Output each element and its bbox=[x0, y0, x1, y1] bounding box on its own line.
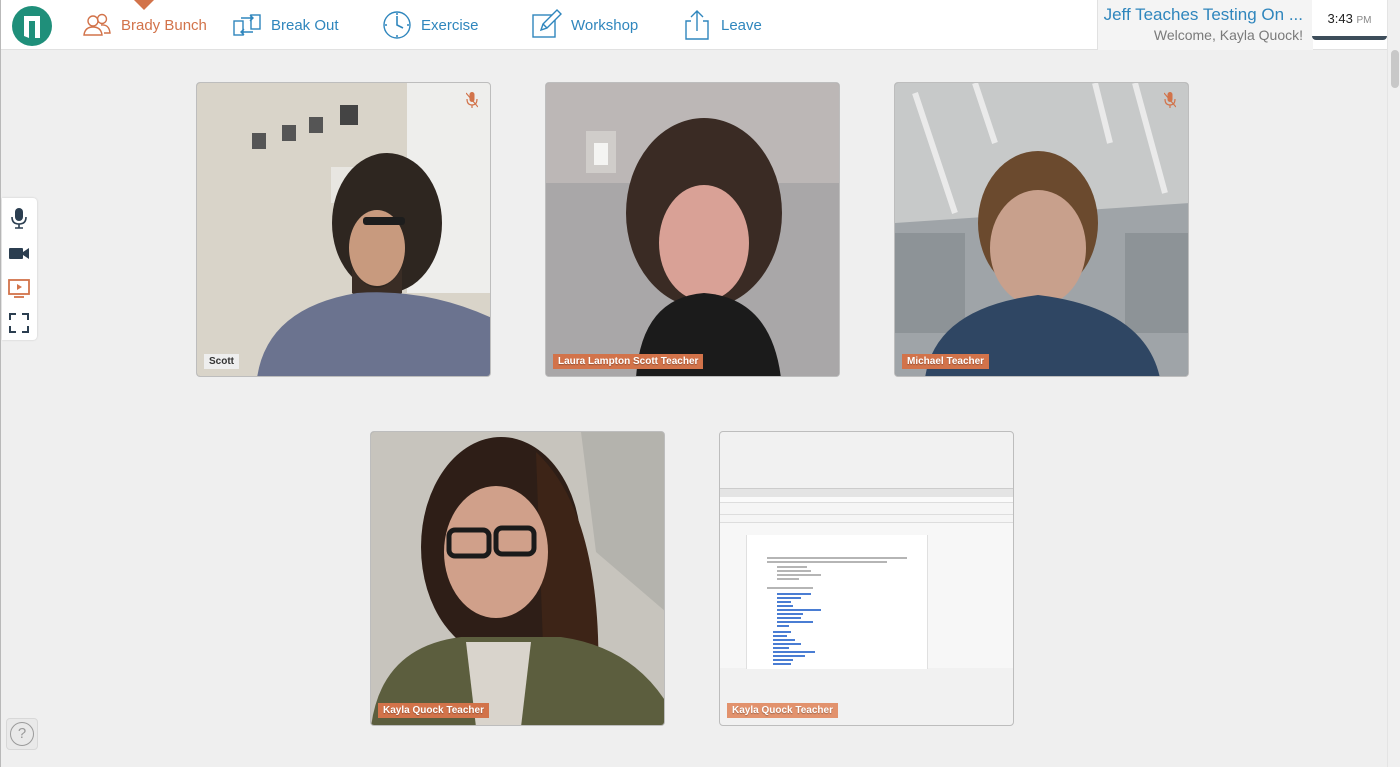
welcome-message: Welcome, Kayla Quock! bbox=[1153, 27, 1303, 43]
doc-menubar bbox=[720, 503, 1013, 515]
nav-label: Exercise bbox=[421, 16, 479, 34]
participant-name: Scott bbox=[204, 354, 239, 369]
nav-label: Brady Bunch bbox=[121, 16, 207, 34]
top-bar: Brady Bunch Break Out Exercise Workshop … bbox=[1, 0, 1400, 50]
nav-exercise[interactable]: Exercise bbox=[381, 0, 479, 50]
nav-label: Break Out bbox=[271, 16, 339, 34]
participant-video bbox=[895, 83, 1188, 376]
nav-label: Workshop bbox=[571, 16, 639, 34]
doc-toolbar bbox=[720, 515, 1013, 523]
participant-video bbox=[197, 83, 490, 376]
nav-break-out[interactable]: Break Out bbox=[231, 0, 339, 50]
screen-share-icon[interactable] bbox=[7, 276, 31, 300]
logo-icon bbox=[24, 16, 40, 38]
clock-time: 3:43 bbox=[1327, 11, 1353, 26]
participant-name: Kayla Quock Teacher bbox=[727, 703, 838, 718]
participant-name: Michael Teacher bbox=[902, 354, 990, 369]
break-out-icon bbox=[231, 9, 263, 41]
microphone-icon[interactable] bbox=[7, 206, 31, 230]
nav-label: Leave bbox=[721, 16, 762, 34]
nav-workshop[interactable]: Workshop bbox=[531, 0, 638, 50]
nav-leave[interactable]: Leave bbox=[681, 0, 762, 50]
course-info[interactable]: Jeff Teaches Testing On ... Welcome, Kay… bbox=[1097, 0, 1313, 50]
participant-name: Laura Lampton Scott Teacher bbox=[553, 354, 704, 369]
course-title[interactable]: Jeff Teaches Testing On ... bbox=[1098, 5, 1303, 25]
clock-ampm: PM bbox=[1356, 15, 1372, 26]
participant-name: Kayla Quock Teacher bbox=[378, 703, 489, 718]
scrollbar-thumb[interactable] bbox=[1391, 50, 1399, 88]
video-tile-scott[interactable]: Scott bbox=[196, 82, 491, 377]
video-tile-kayla[interactable]: Kayla Quock Teacher bbox=[370, 431, 665, 726]
help-button[interactable]: ? bbox=[6, 718, 38, 750]
video-tile-michael[interactable]: Michael Teacher bbox=[894, 82, 1189, 377]
edit-icon bbox=[531, 9, 563, 41]
participant-video bbox=[371, 432, 664, 725]
video-camera-icon[interactable] bbox=[7, 241, 31, 265]
screen-share-tile[interactable]: Kayla Quock Teacher bbox=[719, 431, 1014, 726]
participant-video bbox=[546, 83, 839, 376]
help-icon: ? bbox=[10, 722, 34, 746]
session-clock: 3:43 PM bbox=[1312, 0, 1387, 40]
group-icon bbox=[81, 9, 113, 41]
muted-mic-icon bbox=[466, 92, 478, 108]
browser-tabbar bbox=[720, 489, 1013, 497]
app-logo[interactable] bbox=[12, 6, 52, 46]
document-page bbox=[746, 535, 928, 669]
exit-icon bbox=[681, 9, 713, 41]
nav-brady-bunch[interactable]: Brady Bunch bbox=[81, 0, 207, 50]
active-indicator bbox=[133, 0, 154, 10]
vertical-scrollbar[interactable] bbox=[1387, 0, 1400, 767]
muted-mic-icon bbox=[1164, 92, 1176, 108]
shared-document-window bbox=[720, 488, 1013, 669]
video-tile-laura[interactable]: Laura Lampton Scott Teacher bbox=[545, 82, 840, 377]
clock-icon bbox=[381, 9, 413, 41]
media-controls bbox=[2, 198, 37, 340]
fullscreen-icon[interactable] bbox=[7, 311, 31, 335]
